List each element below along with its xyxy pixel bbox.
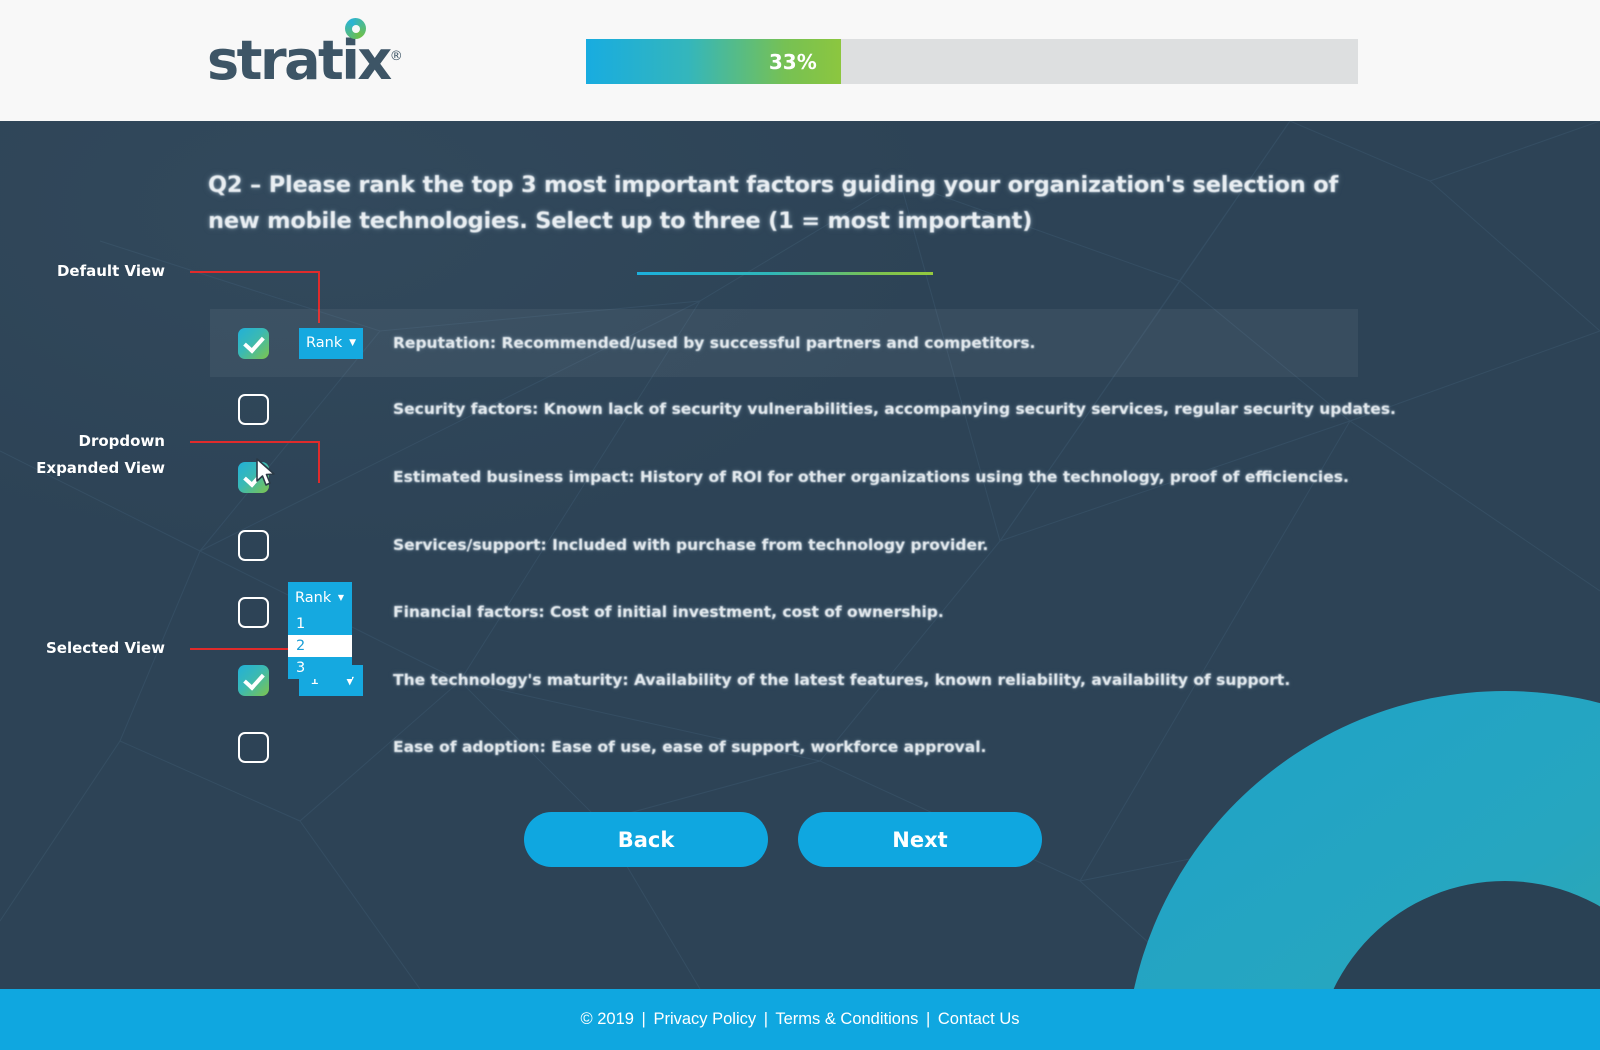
footer-contact-link[interactable]: Contact Us <box>938 1010 1020 1028</box>
option-label: Estimated business impact: History of RO… <box>393 468 1349 486</box>
option-row[interactable]: Security factors: Known lack of security… <box>210 389 1396 429</box>
rank-dropdown[interactable]: Rank ▼ <box>299 327 363 359</box>
option-row[interactable]: Ease of adoption: Ease of use, ease of s… <box>210 727 1358 767</box>
option-label: Ease of adoption: Ease of use, ease of s… <box>393 738 987 756</box>
option-label: The technology's maturity: Availability … <box>393 671 1291 689</box>
annotation-dropdown-expanded-view-line2: Expanded View <box>36 459 165 477</box>
option-label: Services/support: Included with purchase… <box>393 536 989 554</box>
page-footer: © 2019 | Privacy Policy | Terms & Condit… <box>0 989 1600 1050</box>
footer-copyright: © 2019 <box>580 1010 634 1028</box>
back-button-label: Back <box>617 827 675 852</box>
footer-separator-2: | <box>763 1010 769 1028</box>
rank-option-3[interactable]: 3 <box>288 657 352 679</box>
page-header: stratix® 33% <box>0 0 1600 121</box>
footer-privacy-policy-link[interactable]: Privacy Policy <box>653 1010 756 1028</box>
annotation-dropdown-expanded-view: Dropdown Expanded View <box>0 428 165 482</box>
option-checkbox[interactable] <box>238 664 269 696</box>
option-row[interactable]: Financial factors: Cost of initial inves… <box>210 592 1358 632</box>
annotation-selected-view: Selected View <box>0 635 165 662</box>
progress-percent-label: 33% <box>768 49 817 74</box>
chevron-down-icon: ▼ <box>337 593 344 602</box>
footer-separator-3: | <box>925 1010 931 1028</box>
option-row[interactable]: Estimated business impact: History of RO… <box>210 457 1358 497</box>
option-label: Reputation: Recommended/used by successf… <box>393 334 1036 352</box>
option-checkbox[interactable] <box>238 327 269 359</box>
rank-option-3-label: 3 <box>296 660 306 676</box>
footer-links: © 2019 | Privacy Policy | Terms & Condit… <box>581 1010 1020 1029</box>
annotation-dropdown-expanded-view-line1: Dropdown <box>78 432 165 450</box>
rank-option-1-label: 1 <box>296 616 306 632</box>
progress-bar-fill: 33% <box>586 39 841 84</box>
next-button[interactable]: Next <box>798 812 1042 867</box>
rank-dropdown-label: Rank <box>306 335 343 351</box>
gradient-circle-icon <box>345 18 366 39</box>
option-checkbox[interactable] <box>238 596 269 628</box>
survey-canvas: Q2 – Please rank the top 3 most importan… <box>0 121 1600 989</box>
option-checkbox[interactable] <box>238 393 269 425</box>
stratix-logo[interactable]: stratix® <box>207 18 407 90</box>
progress-bar-track: 33% <box>586 39 1358 84</box>
annotation-default-view-leader-h <box>190 271 320 273</box>
rank-dropdown-header-label: Rank <box>295 589 332 606</box>
chevron-down-icon: ▼ <box>349 337 356 348</box>
rank-option-2-label: 2 <box>296 638 306 654</box>
back-button[interactable]: Back <box>524 812 768 867</box>
option-label: Security factors: Known lack of security… <box>393 400 1396 418</box>
logo-wordmark: stratix® <box>207 18 403 88</box>
rank-dropdown-expanded[interactable]: Rank ▼ 1 2 3 <box>288 582 352 679</box>
gradient-divider <box>637 272 933 275</box>
option-label: Financial factors: Cost of initial inves… <box>393 603 944 621</box>
logo-trademark: ® <box>389 49 403 64</box>
annotation-default-view-line1: Default View <box>56 262 165 280</box>
option-checkbox[interactable] <box>238 529 269 561</box>
option-row[interactable]: 1 ▼ The technology's maturity: Availabil… <box>210 660 1358 700</box>
next-button-label: Next <box>892 827 948 852</box>
rank-option-1[interactable]: 1 <box>288 613 352 635</box>
option-checkbox[interactable] <box>238 731 269 763</box>
annotation-selected-view-line1: Selected View <box>45 639 165 657</box>
annotation-default-view: Default View <box>0 258 165 285</box>
option-row[interactable]: Rank ▼ Reputation: Recommended/used by s… <box>210 309 1358 377</box>
rank-option-2[interactable]: 2 <box>288 635 352 657</box>
question-title: Q2 – Please rank the top 3 most importan… <box>208 172 1339 234</box>
annotation-dropdown-leader-h <box>190 441 320 443</box>
option-checkbox[interactable] <box>238 461 269 493</box>
footer-terms-link[interactable]: Terms & Conditions <box>775 1010 918 1028</box>
footer-separator-1: | <box>641 1010 646 1028</box>
logo-wordmark-text: stratix <box>207 29 392 92</box>
option-row[interactable]: Services/support: Included with purchase… <box>210 525 1358 565</box>
rank-dropdown-header[interactable]: Rank ▼ <box>288 582 352 613</box>
